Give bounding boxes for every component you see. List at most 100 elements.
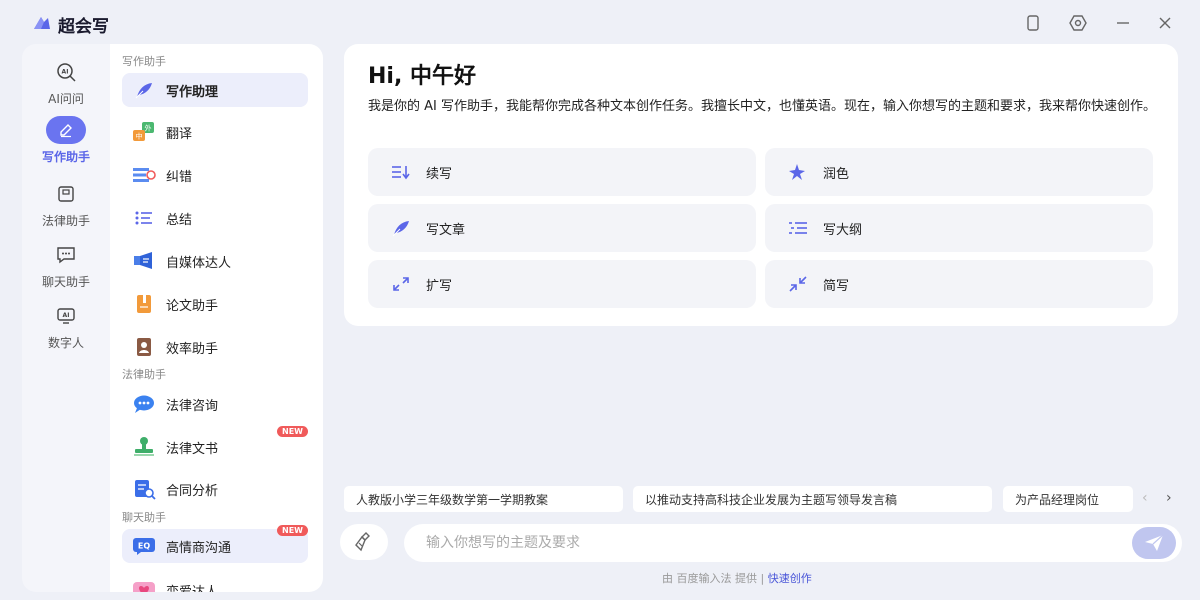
- menu-item-eq-communication[interactable]: EQ 高情商沟通 NEW: [122, 525, 308, 563]
- menu-item-label: 合同分析: [166, 483, 219, 499]
- menu-item-label: 法律文书: [166, 441, 219, 457]
- clear-button[interactable]: [340, 524, 388, 560]
- menu-item-efficiency[interactable]: 效率助手: [122, 330, 308, 364]
- settings-icon[interactable]: [1069, 14, 1087, 32]
- stamp-icon: [132, 437, 156, 457]
- menu-item-love-expert[interactable]: 恋爱达人: [122, 573, 308, 592]
- expand-arrows-icon: [390, 274, 412, 294]
- function-menu: 写作助手 写作助理 外中 翻译 纠错 总结 自媒体达人 论文助手 效率助手 法律…: [110, 44, 323, 592]
- broom-icon: [355, 532, 370, 552]
- rail-item-legal[interactable]: 法律助手: [22, 180, 110, 229]
- pen-icon: [46, 116, 86, 144]
- menu-item-paper[interactable]: 论文助手: [122, 287, 308, 321]
- action-continue-writing[interactable]: 续写: [368, 148, 756, 196]
- ai-screen-icon: AI: [46, 302, 86, 330]
- greeting-title: Hi, 中午好: [368, 64, 476, 89]
- heart-chat-icon: [132, 580, 156, 592]
- menu-item-summary[interactable]: 总结: [122, 201, 308, 235]
- megaphone-icon: [132, 251, 156, 271]
- menu-item-label: 效率助手: [166, 341, 219, 357]
- menu-section-title: 聊天助手: [122, 511, 166, 524]
- footer: 由 百度输入法 提供 | 快速创作: [662, 570, 812, 586]
- action-label: 写文章: [426, 222, 466, 238]
- intro-text: 我是你的 AI 写作助手，我能帮你完成各种文本创作任务。我擅长中文，也懂英语。现…: [368, 99, 1156, 114]
- left-rail: AI AI问问 写作助手 法律助手 聊天助手 AI 数字人: [22, 44, 110, 592]
- send-icon: [1145, 534, 1164, 551]
- contract-search-icon: [132, 479, 156, 500]
- svg-text:中: 中: [136, 132, 143, 141]
- svg-text:AI: AI: [62, 69, 69, 76]
- quick-create-link[interactable]: 快速创作: [768, 572, 812, 585]
- phone-icon[interactable]: [1024, 14, 1042, 32]
- action-write-outline[interactable]: 写大纲: [765, 204, 1153, 252]
- action-expand[interactable]: 扩写: [368, 260, 756, 308]
- collapse-arrows-icon: [787, 274, 809, 294]
- legal-doc-icon: [46, 180, 86, 208]
- sparkle-icon: [787, 162, 809, 182]
- menu-section-title: 写作助手: [122, 55, 166, 68]
- outline-icon: [787, 218, 809, 238]
- scroll-right-icon[interactable]: ›: [1166, 490, 1172, 506]
- continue-writing-icon: [390, 162, 412, 182]
- menu-section-title: 法律助手: [122, 368, 166, 381]
- minimize-icon[interactable]: [1114, 14, 1132, 32]
- menu-item-self-media[interactable]: 自媒体达人: [122, 244, 308, 278]
- menu-item-writing-assistant[interactable]: 写作助理: [122, 73, 308, 107]
- menu-item-legal-consult[interactable]: 法律咨询: [122, 387, 308, 421]
- menu-item-label: 恋爱达人: [166, 584, 219, 593]
- footer-text: 由 百度输入法 提供 |: [662, 572, 765, 585]
- rail-label: 写作助手: [41, 150, 90, 164]
- correction-icon: [132, 165, 156, 185]
- action-label: 写大纲: [823, 222, 863, 238]
- close-icon[interactable]: [1156, 14, 1174, 32]
- rail-item-chat[interactable]: 聊天助手: [22, 241, 110, 290]
- svg-text:AI: AI: [63, 312, 70, 319]
- rail-item-ai-ask[interactable]: AI AI问问: [22, 58, 110, 107]
- list-icon: [132, 208, 156, 228]
- action-simplify[interactable]: 简写: [765, 260, 1153, 308]
- action-label: 扩写: [426, 278, 453, 294]
- rail-label: 数字人: [47, 336, 84, 350]
- action-label: 续写: [426, 166, 453, 182]
- send-button[interactable]: [1132, 527, 1176, 559]
- app-logo-icon: [34, 17, 50, 29]
- eq-icon: EQ: [132, 536, 156, 556]
- suggestion-chip[interactable]: 以推动支持高科技企业发展为主题写领导发言稿: [633, 486, 992, 512]
- prompt-input[interactable]: [426, 524, 1116, 562]
- menu-item-label: 纠错: [166, 169, 193, 185]
- action-label: 润色: [823, 166, 850, 182]
- chat-bubble-icon: [46, 241, 86, 269]
- paper-book-icon: [132, 294, 156, 314]
- menu-item-label: 论文助手: [166, 298, 219, 314]
- rail-label: AI问问: [48, 92, 84, 106]
- rail-label: 聊天助手: [41, 275, 90, 289]
- action-write-article[interactable]: 写文章: [368, 204, 756, 252]
- suggestion-chip[interactable]: 为产品经理岗位: [1003, 486, 1133, 512]
- translate-icon: 外中: [132, 122, 156, 142]
- suggestion-chip[interactable]: 人教版小学三年级数学第一学期教案: [344, 486, 623, 512]
- menu-item-legal-docs[interactable]: 法律文书 NEW: [122, 426, 308, 464]
- rail-label: 法律助手: [41, 214, 90, 228]
- menu-item-label: 翻译: [166, 126, 193, 142]
- svg-text:外: 外: [145, 124, 152, 133]
- menu-item-label: 自媒体达人: [166, 255, 232, 271]
- menu-item-label: 高情商沟通: [166, 540, 232, 556]
- action-label: 简写: [823, 278, 850, 294]
- new-badge: NEW: [277, 525, 308, 536]
- new-badge: NEW: [277, 426, 308, 437]
- menu-item-label: 写作助理: [166, 84, 219, 100]
- svg-text:EQ: EQ: [138, 542, 150, 551]
- quill-icon: [390, 218, 412, 238]
- rail-item-writing[interactable]: 写作助手: [22, 116, 110, 165]
- menu-item-label: 总结: [166, 212, 193, 228]
- menu-item-label: 法律咨询: [166, 398, 219, 414]
- menu-item-correction[interactable]: 纠错: [122, 158, 308, 192]
- scroll-left-icon[interactable]: ‹: [1142, 490, 1148, 506]
- menu-item-translate[interactable]: 外中 翻译: [122, 115, 308, 149]
- app-title: 超会写: [58, 17, 109, 37]
- action-polish[interactable]: 润色: [765, 148, 1153, 196]
- menu-item-contract-analysis[interactable]: 合同分析: [122, 472, 308, 506]
- contact-book-icon: [132, 337, 156, 357]
- rail-item-digital-human[interactable]: AI 数字人: [22, 302, 110, 351]
- quill-icon: [132, 80, 156, 100]
